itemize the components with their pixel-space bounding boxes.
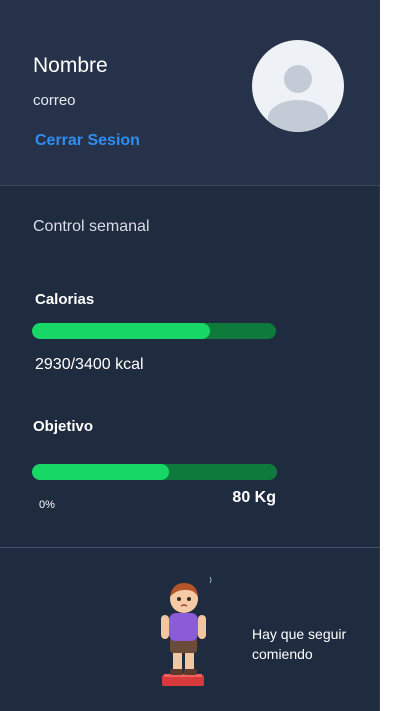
goal-percent: 0% [39, 499, 55, 511]
motivation-message: Hay que seguir comiendo [252, 626, 347, 662]
user-avatar-icon[interactable] [252, 40, 344, 132]
user-name: Nombre [33, 54, 108, 77]
goal-weight: 80 Kg [232, 489, 276, 506]
calories-value: 2930/3400 kcal [35, 356, 144, 373]
goal-progress-fill [32, 464, 170, 480]
weekly-control-title: Control semanal [33, 218, 150, 235]
child-on-scale-illustration [150, 575, 220, 695]
user-email: correo [33, 92, 76, 109]
goal-label: Objetivo [33, 418, 94, 435]
profile-header: Nombre correo Cerrar Sesion [0, 0, 380, 186]
logout-button[interactable]: Cerrar Sesion [35, 132, 140, 150]
calories-label: Calorias [35, 291, 95, 308]
goal-progress-bar [32, 464, 277, 480]
avatar-silhouette-icon [268, 65, 328, 132]
navigation-drawer: Nombre correo Cerrar Sesion Control sema… [0, 0, 380, 711]
calories-progress-fill [32, 323, 211, 339]
calories-progress-bar [32, 323, 276, 339]
section-divider [0, 547, 380, 548]
